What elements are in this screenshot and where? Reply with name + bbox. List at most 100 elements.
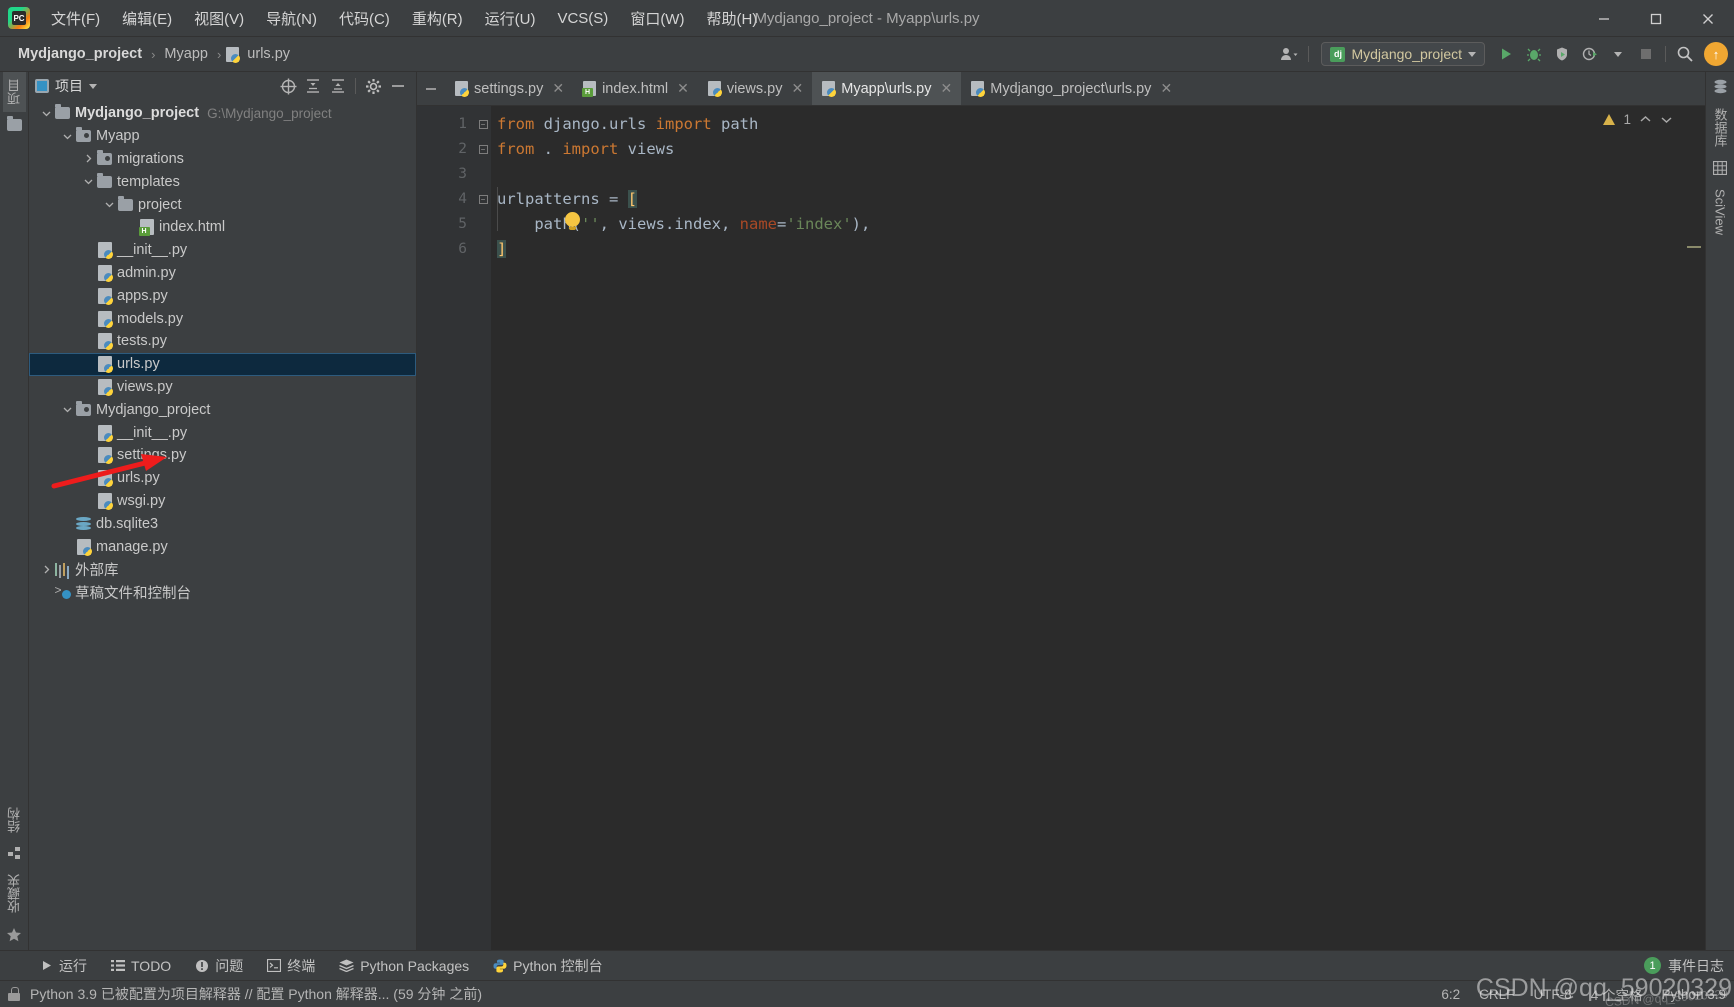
breadcrumb-item[interactable]: Myapp [160, 44, 212, 64]
tree-row[interactable]: urls.py [29, 467, 416, 490]
run-coverage-button[interactable] [1549, 41, 1575, 67]
chevron-down-icon[interactable] [81, 177, 95, 186]
chevron-down-icon[interactable] [39, 109, 53, 118]
tree-row[interactable]: project [29, 193, 416, 216]
tree-row[interactable]: tests.py [29, 330, 416, 353]
code-line[interactable]: urlpatterns = [ [491, 187, 1705, 212]
close-tab-icon[interactable]: ✕ [677, 80, 689, 97]
run-configuration-selector[interactable]: dj Mydjango_project [1321, 42, 1485, 66]
menu-window[interactable]: 窗口(W) [619, 5, 695, 32]
sidebar-item-structure[interactable]: 结构 [3, 800, 26, 840]
stop-button[interactable] [1633, 41, 1659, 67]
tree-row[interactable]: migrations [29, 148, 416, 171]
tool-terminal[interactable]: 终端 [255, 951, 327, 981]
chevron-down-icon[interactable] [60, 132, 74, 141]
tree-row[interactable]: urls.py [29, 352, 416, 376]
editor-tab[interactable]: Mydjango_project\urls.py ✕ [961, 72, 1181, 105]
profiler-button[interactable] [1577, 41, 1603, 67]
menu-file[interactable]: 文件(F) [40, 5, 111, 32]
menu-edit[interactable]: 编辑(E) [111, 5, 183, 32]
interpreter-setting[interactable]: Python 3.9 [1661, 987, 1726, 1002]
breadcrumb-item[interactable]: urls.py [226, 44, 294, 64]
menu-vcs[interactable]: VCS(S) [546, 7, 619, 30]
chevron-right-icon[interactable] [81, 154, 95, 163]
code-line[interactable]: from django.urls import path [491, 112, 1705, 137]
fold-marker[interactable]: − [475, 137, 491, 162]
close-tab-icon[interactable]: ✕ [1160, 80, 1172, 97]
account-icon[interactable] [1276, 41, 1302, 67]
editor-tab[interactable]: views.py ✕ [698, 72, 812, 105]
project-tree[interactable]: Mydjango_project G:\Mydjango_project Myapp… [29, 100, 416, 950]
sidebar-item-database[interactable]: 数据库 [1709, 101, 1732, 154]
folder-icon[interactable] [5, 112, 24, 138]
star-icon[interactable] [4, 920, 24, 950]
code-content[interactable]: from django.urls import path from . impor… [491, 106, 1705, 950]
inspection-status[interactable]: 1 [1603, 112, 1673, 127]
hide-panel-icon[interactable] [386, 74, 410, 98]
tree-row[interactable]: views.py [29, 376, 416, 399]
tree-row[interactable]: 草稿文件和控制台 [29, 581, 416, 604]
indent-setting[interactable]: 4 个空格 [1591, 984, 1643, 1004]
menu-help[interactable]: 帮助(H) [695, 5, 768, 32]
scroll-from-source-icon[interactable] [276, 74, 300, 98]
structure-icon[interactable] [6, 840, 23, 867]
sidebar-item-project[interactable]: 项目 [2, 72, 26, 112]
fold-marker[interactable]: − [475, 187, 491, 212]
code-line[interactable]: path('', views.index, name='index'), [491, 212, 1705, 237]
chevron-down-icon[interactable] [60, 405, 74, 414]
close-tab-icon[interactable]: ✕ [792, 80, 804, 97]
code-line[interactable]: ] [491, 237, 1705, 262]
expand-all-icon[interactable] [301, 74, 325, 98]
breadcrumb-item[interactable]: Mydjango_project [14, 44, 146, 64]
next-problem-icon[interactable] [1660, 113, 1673, 126]
chevron-down-icon[interactable] [1605, 41, 1631, 67]
tree-row[interactable]: admin.py [29, 262, 416, 285]
code-line[interactable]: from . import views [491, 137, 1705, 162]
tree-row[interactable]: index.html [29, 216, 416, 239]
menu-navigate[interactable]: 导航(N) [255, 5, 328, 32]
tree-row[interactable]: 外部库 [29, 558, 416, 581]
minimize-button[interactable] [1578, 0, 1630, 37]
tree-row[interactable]: Mydjango_project [29, 398, 416, 421]
menu-refactor[interactable]: 重构(R) [401, 5, 474, 32]
menu-view[interactable]: 视图(V) [183, 5, 255, 32]
chevron-right-icon[interactable] [39, 565, 53, 574]
tool-todo[interactable]: TODO [99, 951, 183, 981]
code-editor[interactable]: 1 2 3 4 5 6 − − − from django.urls import pat… [417, 105, 1705, 950]
editor-tab[interactable]: index.html ✕ [573, 72, 698, 105]
editor-tab[interactable]: Myapp\urls.py ✕ [812, 72, 962, 105]
search-icon[interactable] [1672, 41, 1698, 67]
chevron-down-icon[interactable] [102, 200, 116, 209]
menu-code[interactable]: 代码(C) [328, 5, 401, 32]
close-tab-icon[interactable]: ✕ [941, 80, 953, 97]
tree-row[interactable]: __init__.py [29, 421, 416, 444]
line-separator[interactable]: CRLF [1479, 987, 1514, 1002]
event-log-area[interactable]: 1 事件日志 [1644, 956, 1724, 976]
sidebar-item-sciview[interactable]: SciView [1711, 182, 1730, 242]
editor-tab[interactable]: settings.py ✕ [445, 72, 573, 105]
close-tab-icon[interactable]: ✕ [552, 80, 564, 97]
run-button[interactable] [1493, 41, 1519, 67]
code-line[interactable] [491, 162, 1705, 187]
tree-row[interactable]: Mydjango_project G:\Mydjango_project [29, 102, 416, 125]
status-message[interactable]: Python 3.9 已被配置为项目解释器 // 配置 Python 解释器..… [20, 984, 482, 1004]
code-folding-gutter[interactable]: − − − [475, 106, 491, 950]
tree-row[interactable]: templates [29, 170, 416, 193]
tree-row[interactable]: Myapp [29, 125, 416, 148]
tool-run[interactable]: 运行 [28, 951, 99, 981]
gear-icon[interactable] [361, 74, 385, 98]
tree-row[interactable]: wsgi.py [29, 490, 416, 513]
collapse-all-icon[interactable] [326, 74, 350, 98]
debug-button[interactable] [1521, 41, 1547, 67]
tree-row[interactable]: __init__.py [29, 239, 416, 262]
sidebar-item-favorites[interactable]: 收藏夹 [3, 867, 26, 920]
tree-row[interactable]: settings.py [29, 444, 416, 467]
hide-tabs-icon[interactable] [417, 72, 445, 105]
menu-run[interactable]: 运行(U) [474, 5, 547, 32]
tree-row[interactable]: apps.py [29, 284, 416, 307]
intention-bulb-icon[interactable] [565, 212, 580, 230]
tree-row[interactable]: manage.py [29, 535, 416, 558]
maximize-button[interactable] [1630, 0, 1682, 37]
tree-row[interactable]: db.sqlite3 [29, 512, 416, 535]
prev-problem-icon[interactable] [1639, 113, 1652, 126]
